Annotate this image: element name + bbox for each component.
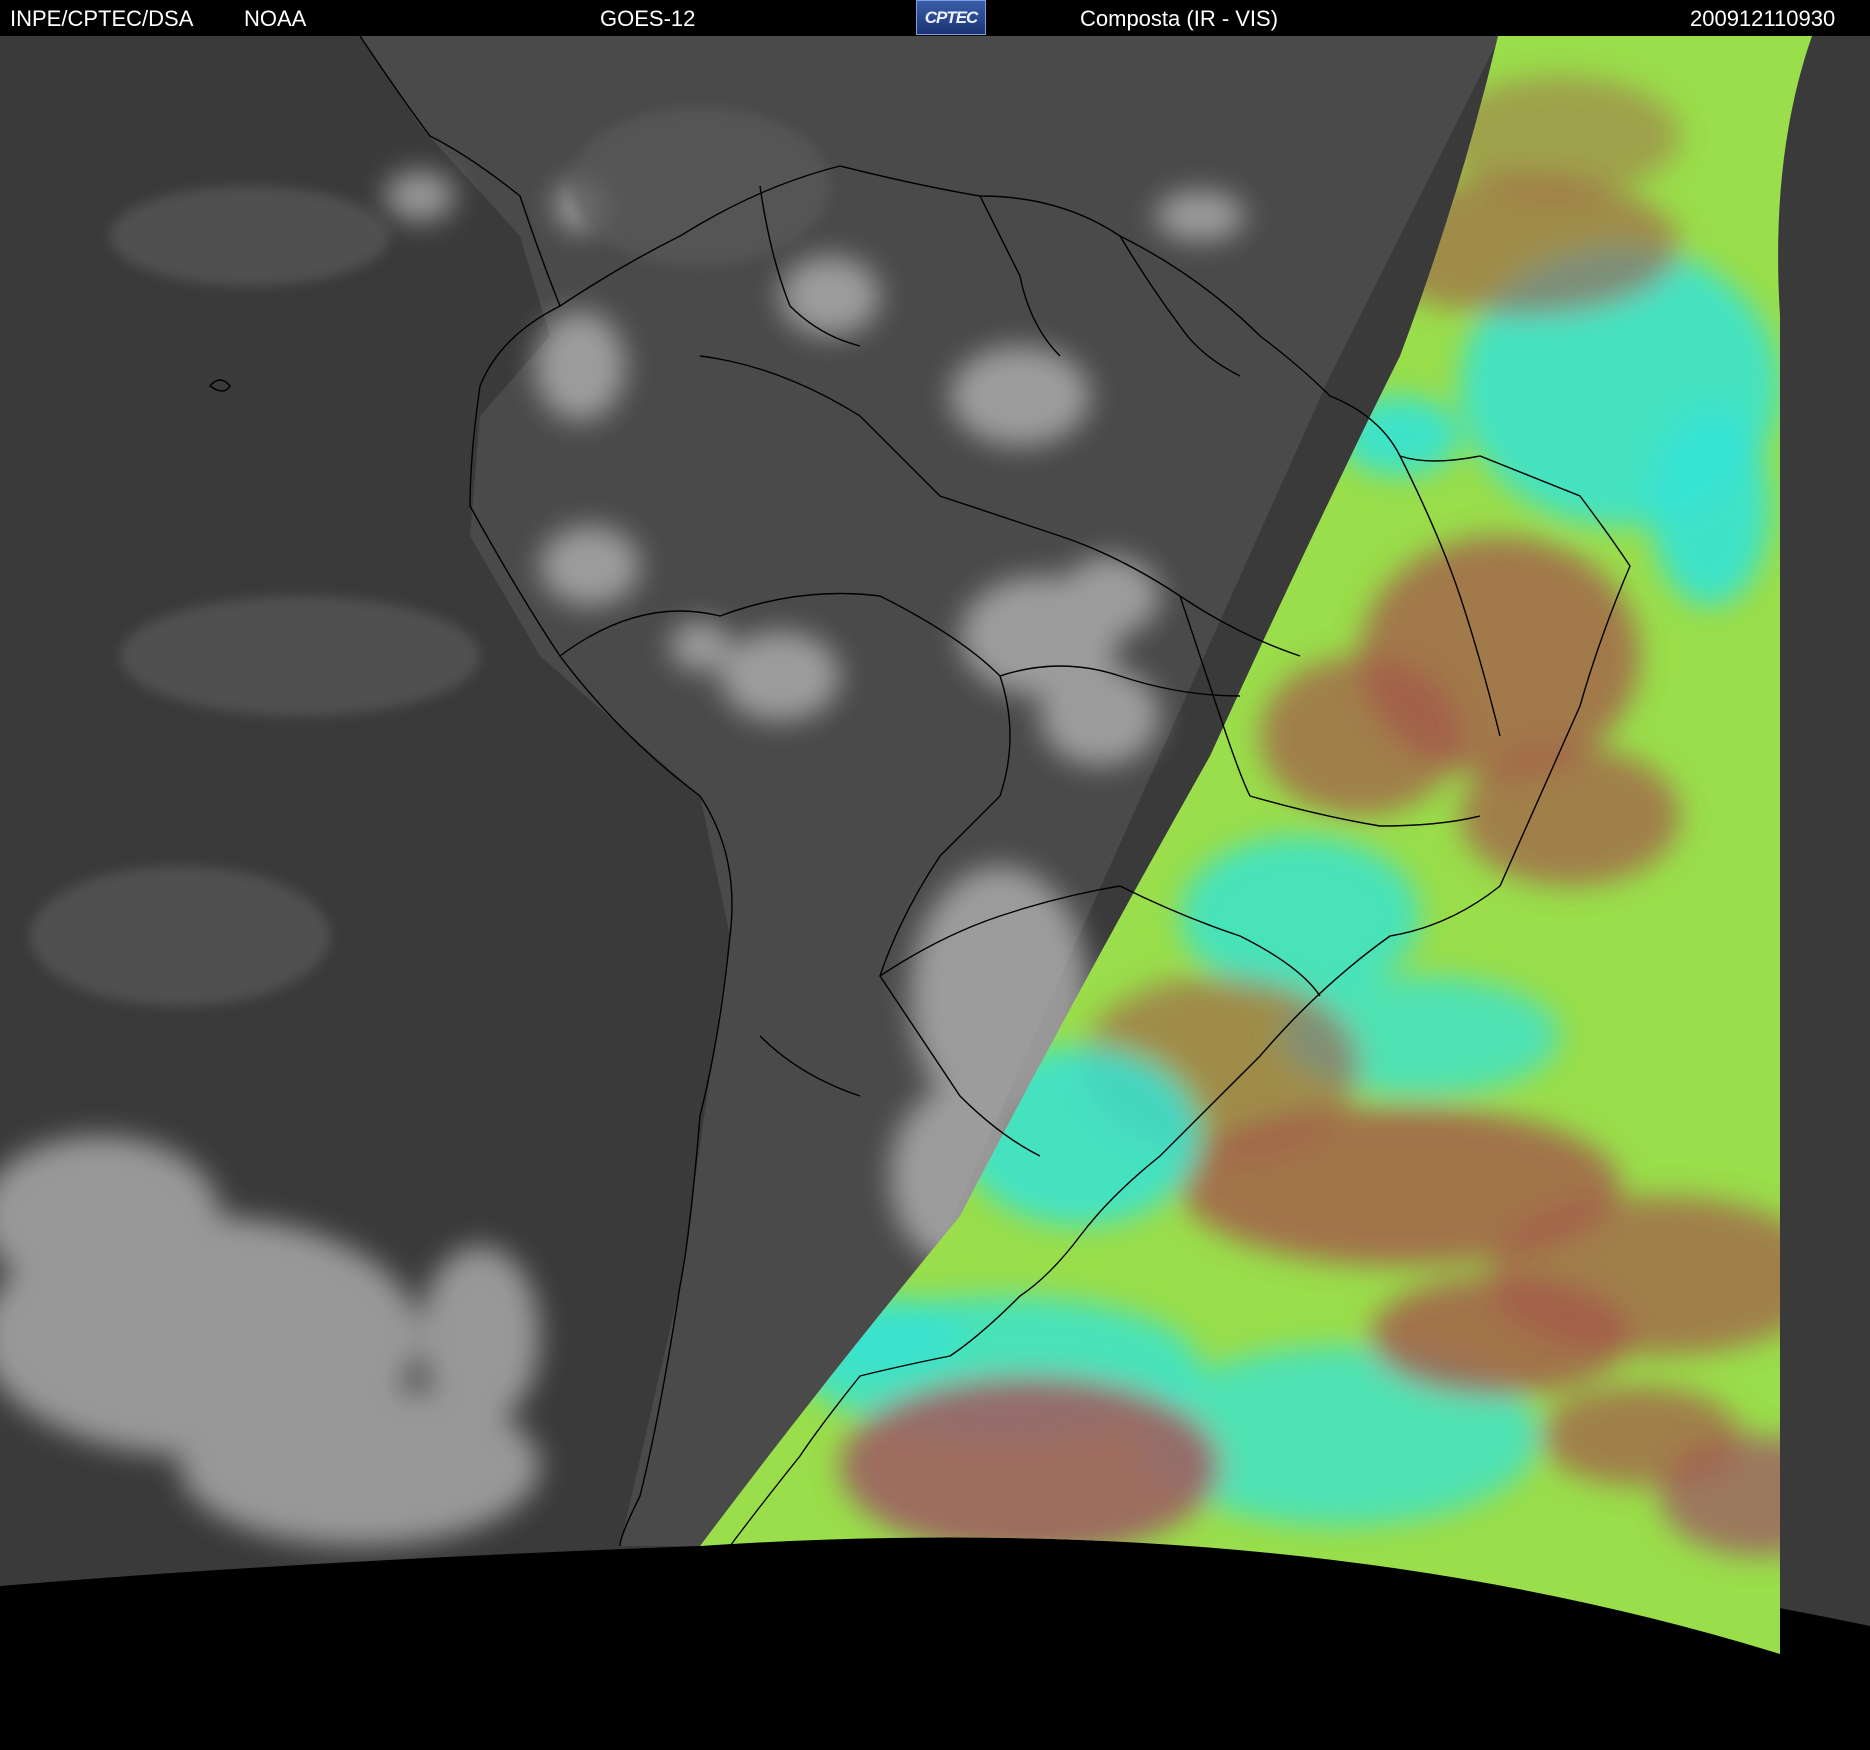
- timestamp-label: 200912110930: [1690, 6, 1836, 31]
- product-label: Composta (IR - VIS): [1080, 6, 1279, 31]
- agency-label: INPE/CPTEC/DSA: [10, 6, 194, 31]
- logo-text: CPTEC: [924, 8, 979, 27]
- satellite-image: [0, 36, 1870, 1750]
- satellite-label: GOES-12: [600, 6, 696, 31]
- cptec-logo: CPTEC: [916, 0, 986, 35]
- image-header: INPE/CPTEC/DSA NOAA GOES-12 CPTEC Compos…: [0, 0, 1870, 36]
- noaa-label: NOAA: [244, 6, 307, 31]
- satellite-composite: [0, 36, 1870, 1654]
